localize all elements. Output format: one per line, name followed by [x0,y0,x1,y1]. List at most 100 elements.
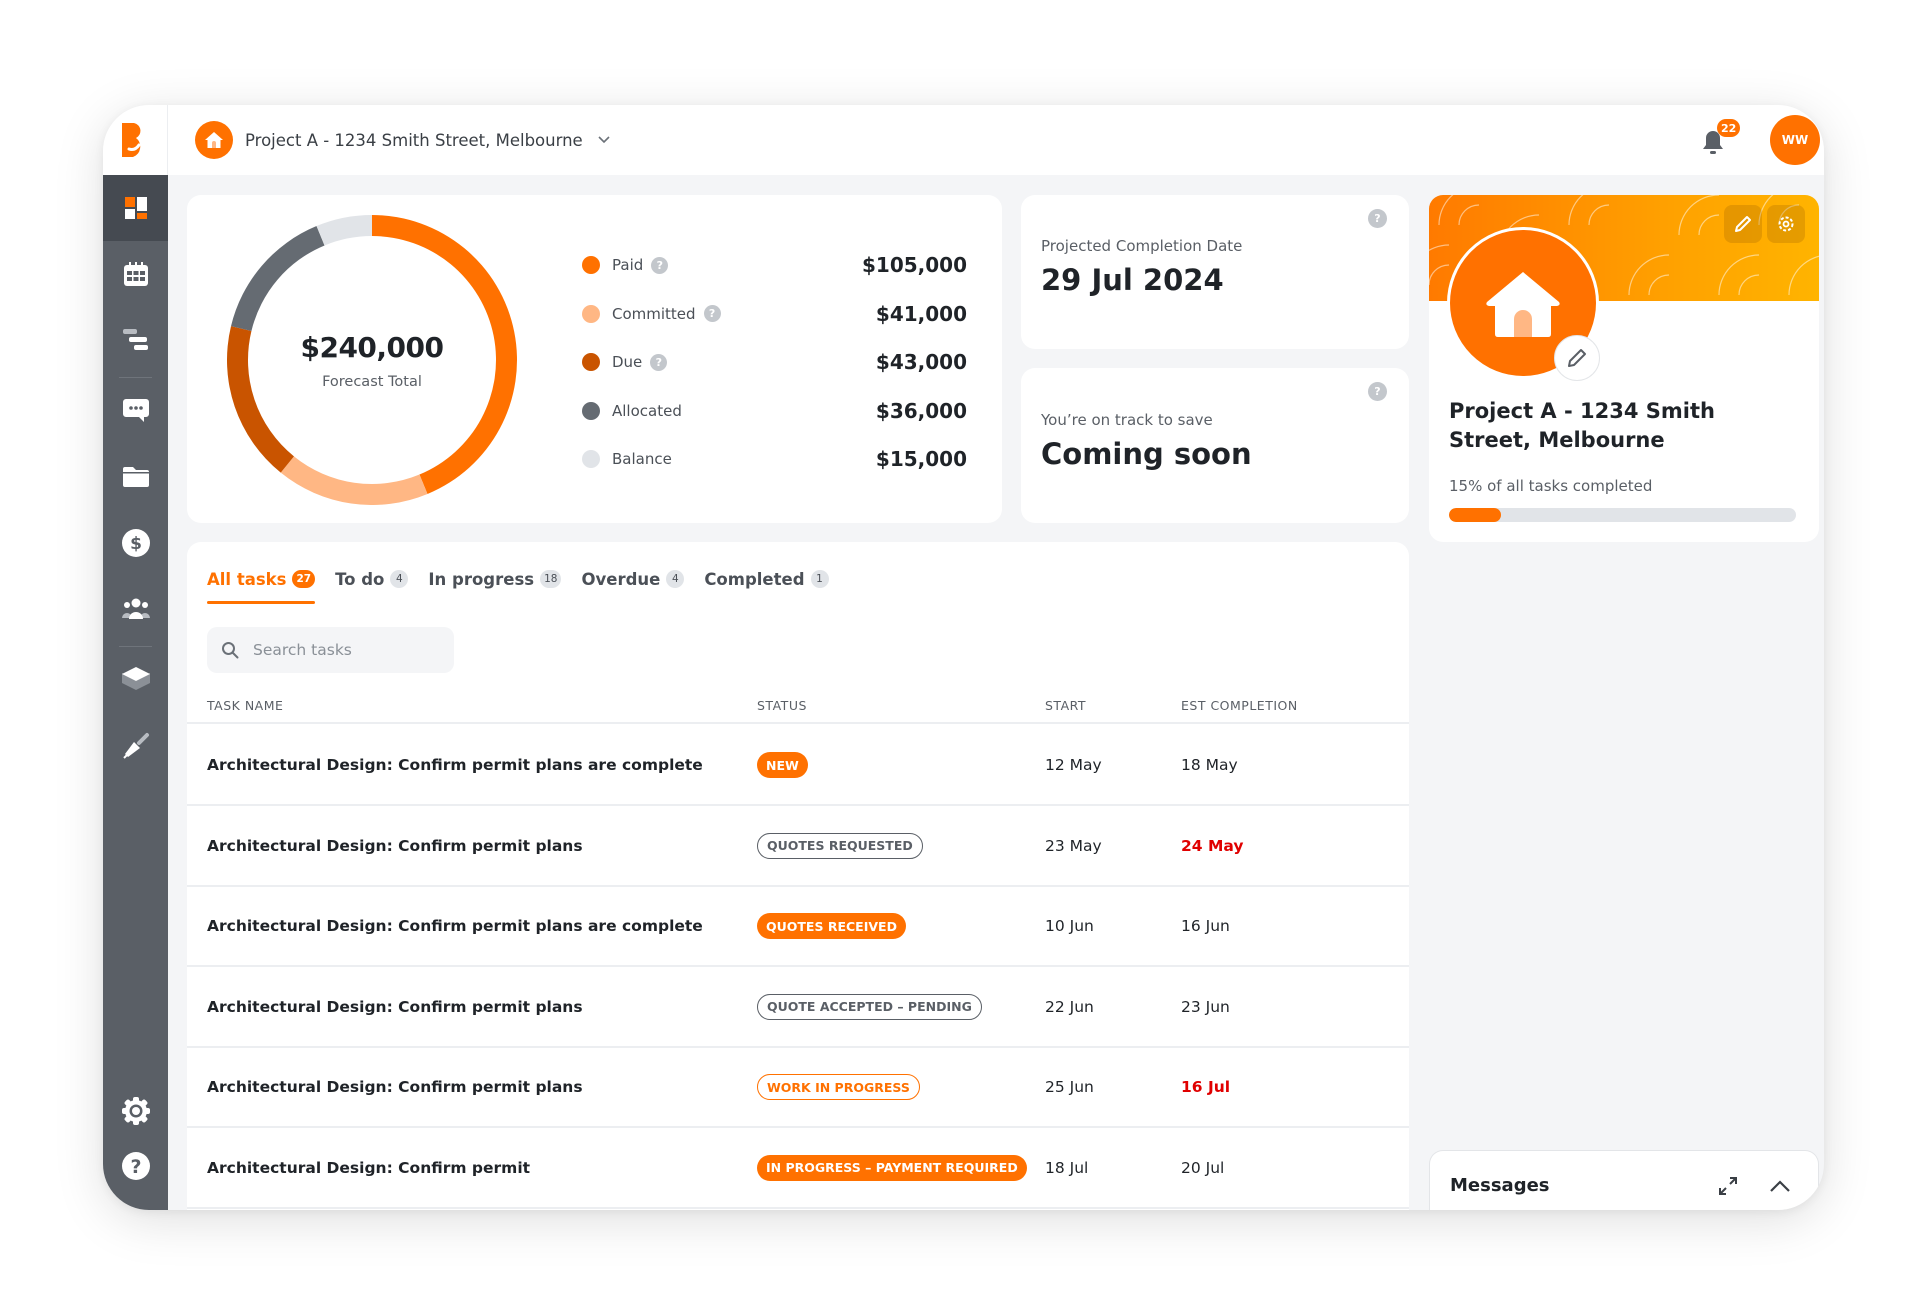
search-box[interactable] [207,627,454,673]
project-name: Project A - 1234 Smith Street, Melbourne [245,130,583,150]
help-icon[interactable]: ? [703,305,721,323]
tasks-panel: All tasks 27 To do 4 In progress 18 Overdue 4 Co… [187,542,1409,1210]
chevron-up-icon [1770,1180,1790,1192]
tab-label: In progress [428,569,535,589]
sidebar-item-help[interactable]: ? [103,1133,168,1199]
legend-label: Allocated [612,401,682,420]
messages-panel: Messages [1429,1150,1819,1210]
legend-label: Paid [612,256,644,275]
edit-avatar-button[interactable] [1554,335,1600,381]
legend-swatch [582,450,600,469]
column-header-status[interactable]: STATUS [757,698,807,713]
donut-center: $240,000 Forecast Total [227,215,517,505]
edit-banner-button[interactable] [1724,205,1762,243]
task-name: Architectural Design: Confirm permit pla… [207,1078,583,1096]
completion-date-value: 29 Jul 2024 [1041,263,1224,297]
pencil-icon [1735,216,1751,232]
project-card: Project A - 1234 Smith Street, Melbourne… [1429,195,1819,542]
collapse-messages-button[interactable] [1765,1171,1795,1201]
legend-item-allocated: Allocated $36,000 [582,387,967,436]
table-row[interactable]: Architectural Design: Confirm permit IN P… [187,1129,1409,1209]
user-avatar[interactable]: WW [1770,115,1820,165]
sidebar-item-design[interactable] [103,713,168,779]
app-logo[interactable] [103,105,168,175]
task-start-date: 22 Jun [1045,997,1094,1016]
table-row[interactable]: Architectural Design: Confirm permit pla… [187,726,1409,806]
tab-count-badge: 4 [666,570,685,588]
forecast-total-value: $240,000 [300,330,444,364]
help-icon[interactable]: ? [651,256,669,274]
column-header-task-name[interactable]: TASK NAME [207,698,283,713]
sidebar-item-calendar[interactable] [103,241,168,307]
column-header-start[interactable]: START [1045,698,1086,713]
table-row[interactable]: Architectural Design: Confirm permit pla… [187,968,1409,1048]
gear-icon [1778,216,1794,232]
search-tasks-input[interactable] [253,641,433,659]
tab-completed[interactable]: Completed 1 [704,560,829,598]
status-badge: IN PROGRESS – PAYMENT REQUIRED [757,1154,1027,1181]
tab-to-do[interactable]: To do 4 [335,560,409,598]
legend-swatch [582,304,600,323]
pencil-icon [1568,349,1586,367]
task-status-cell: QUOTE ACCEPTED – PENDING [757,968,982,1046]
table-header: TASK NAME STATUS START EST COMPLETION [187,684,1409,724]
legend-value: $41,000 [875,301,967,326]
sidebar-item-timeline[interactable] [103,307,168,373]
status-badge: WORK IN PROGRESS [757,1074,920,1100]
tab-overdue[interactable]: Overdue 4 [581,560,685,598]
budget-legend: Paid? $105,000 Committed? $41,000 Due? $43,00… [582,241,967,484]
dollar-icon: $ [121,529,150,557]
progress-label: 15% of all tasks completed [1449,477,1653,495]
column-header-est-completion[interactable]: EST COMPLETION [1181,698,1298,713]
legend-value: $36,000 [875,398,967,423]
savings-card: ? You’re on track to save Coming soon [1021,368,1409,523]
help-icon[interactable]: ? [1368,382,1387,401]
expand-icon [1719,1177,1737,1195]
layers-icon [121,667,150,690]
task-status-cell: QUOTES RECEIVED [757,887,906,965]
sidebar: $ ? [103,175,168,1210]
sidebar-item-layers[interactable] [103,647,168,713]
tab-count-badge: 1 [810,570,829,588]
legend-item-paid: Paid? $105,000 [582,241,967,290]
completion-date-card: ? Projected Completion Date 29 Jul 2024 [1021,195,1409,349]
sidebar-item-dashboard[interactable] [103,175,168,241]
task-status-cell: IN PROGRESS – PAYMENT REQUIRED [757,1129,1027,1207]
task-start-date: 18 Jul [1045,1158,1089,1177]
house-icon [205,132,223,148]
table-row[interactable]: Architectural Design: Confirm permit pla… [187,887,1409,967]
notifications-button[interactable]: 22 [1701,119,1741,157]
task-name: Architectural Design: Confirm permit pla… [207,997,583,1016]
sidebar-item-team[interactable] [103,576,168,642]
sidebar-item-messages[interactable] [103,378,168,444]
legend-item-balance: Balance $15,000 [582,435,967,484]
project-settings-button[interactable] [1767,205,1805,243]
chat-icon [122,399,149,422]
task-name: Architectural Design: Confirm permit pla… [207,756,703,774]
expand-messages-button[interactable] [1713,1171,1743,1201]
sidebar-item-documents[interactable] [103,444,168,510]
calendar-icon [123,262,148,286]
table-row[interactable]: Architectural Design: Confirm permit pla… [187,1048,1409,1128]
sidebar-item-finance[interactable]: $ [103,510,168,576]
house-icon [1486,272,1560,337]
help-icon[interactable]: ? [650,353,668,371]
logo-icon [122,123,141,157]
tab-count-badge: 27 [292,570,316,588]
tab-all-tasks[interactable]: All tasks 27 [207,560,316,604]
help-icon: ? [121,1152,150,1180]
task-status-cell: NEW [757,726,808,804]
help-icon[interactable]: ? [1368,209,1387,228]
task-progress-fill [1449,508,1502,522]
svg-text:$: $ [130,534,142,554]
messages-title: Messages [1450,1175,1550,1196]
tab-in-progress[interactable]: In progress 18 [428,560,562,598]
legend-swatch [582,256,600,275]
legend-swatch [582,353,600,372]
completion-date-label: Projected Completion Date [1041,237,1243,255]
task-status-cell: QUOTES REQUESTED [757,807,923,885]
chevron-down-icon [595,131,613,149]
project-selector[interactable]: Project A - 1234 Smith Street, Melbourne [195,120,613,160]
table-row[interactable]: Architectural Design: Confirm permit pla… [187,807,1409,887]
tab-label: Completed [704,569,805,589]
